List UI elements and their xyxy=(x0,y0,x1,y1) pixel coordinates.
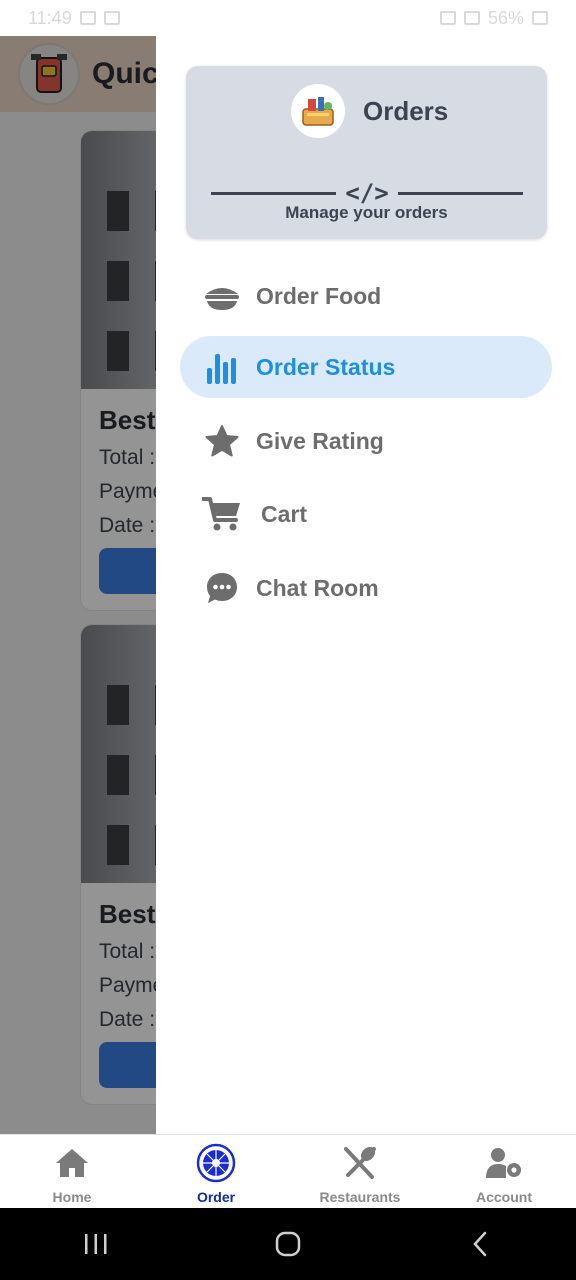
orders-avatar xyxy=(291,84,345,138)
nav-label: Home xyxy=(52,1189,92,1205)
home-icon xyxy=(52,1143,92,1183)
order-wheel-icon xyxy=(196,1143,236,1183)
drawer-header: Orders </> Manage your orders xyxy=(186,66,547,239)
menu-item-cart[interactable]: Cart xyxy=(180,483,552,545)
nav-label: Account xyxy=(476,1189,532,1205)
menu-item-label: Order Food xyxy=(256,282,382,309)
signal-icon xyxy=(463,11,480,25)
status-time: 11:49 xyxy=(28,7,72,28)
notification-icon xyxy=(79,11,96,25)
menu-item-order-food[interactable]: Order Food xyxy=(180,265,552,327)
menu-item-label: Cart xyxy=(261,500,308,527)
star-icon xyxy=(202,421,242,461)
notification-icon xyxy=(103,11,120,25)
drawer-subtitle: Manage your orders xyxy=(285,203,448,222)
home-button[interactable] xyxy=(258,1224,318,1264)
navigation-drawer: Orders </> Manage your orders Order Food… xyxy=(156,36,576,1134)
nav-account[interactable]: Account xyxy=(432,1135,576,1209)
status-bar: 11:49 56% xyxy=(0,0,576,36)
back-button[interactable] xyxy=(450,1224,510,1264)
menu-item-label: Order Status xyxy=(256,353,396,380)
chat-icon xyxy=(202,568,242,608)
battery-level: 56% xyxy=(487,7,524,28)
nav-home[interactable]: Home xyxy=(0,1135,144,1209)
menu-item-chat-room[interactable]: Chat Room xyxy=(180,557,552,619)
nav-restaurants[interactable]: Restaurants xyxy=(288,1135,432,1209)
recent-apps-button[interactable] xyxy=(66,1224,126,1264)
menu-item-label: Give Rating xyxy=(256,427,384,454)
drawer-title: Orders xyxy=(363,95,449,126)
nav-label: Restaurants xyxy=(319,1189,401,1205)
menu-item-label: Chat Room xyxy=(256,574,379,601)
utensils-icon xyxy=(340,1143,380,1183)
system-navigation-bar xyxy=(0,1208,576,1280)
cart-icon xyxy=(202,494,242,534)
nav-label: Order xyxy=(196,1189,236,1205)
bottom-navigation: Home Order Restaurants Account xyxy=(0,1134,576,1208)
nav-order[interactable]: Order xyxy=(144,1135,288,1209)
battery-icon xyxy=(532,11,548,25)
menu-item-order-status[interactable]: Order Status xyxy=(180,336,552,398)
bowl-icon xyxy=(202,276,242,316)
bar-chart-icon xyxy=(202,347,242,387)
menu-item-give-rating[interactable]: Give Rating xyxy=(180,410,552,472)
user-settings-icon xyxy=(484,1143,524,1183)
wifi-icon xyxy=(439,11,456,25)
